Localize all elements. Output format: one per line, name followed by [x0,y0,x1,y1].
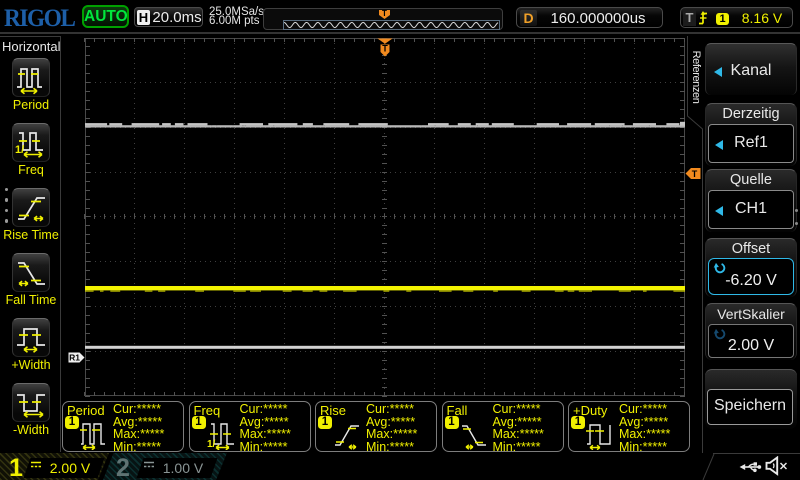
svg-text:T: T [382,44,388,54]
svg-text:1/: 1/ [207,439,216,450]
svg-text:R1: R1 [69,353,80,363]
svg-text:T: T [692,169,698,179]
svg-text:1/: 1/ [15,144,24,156]
